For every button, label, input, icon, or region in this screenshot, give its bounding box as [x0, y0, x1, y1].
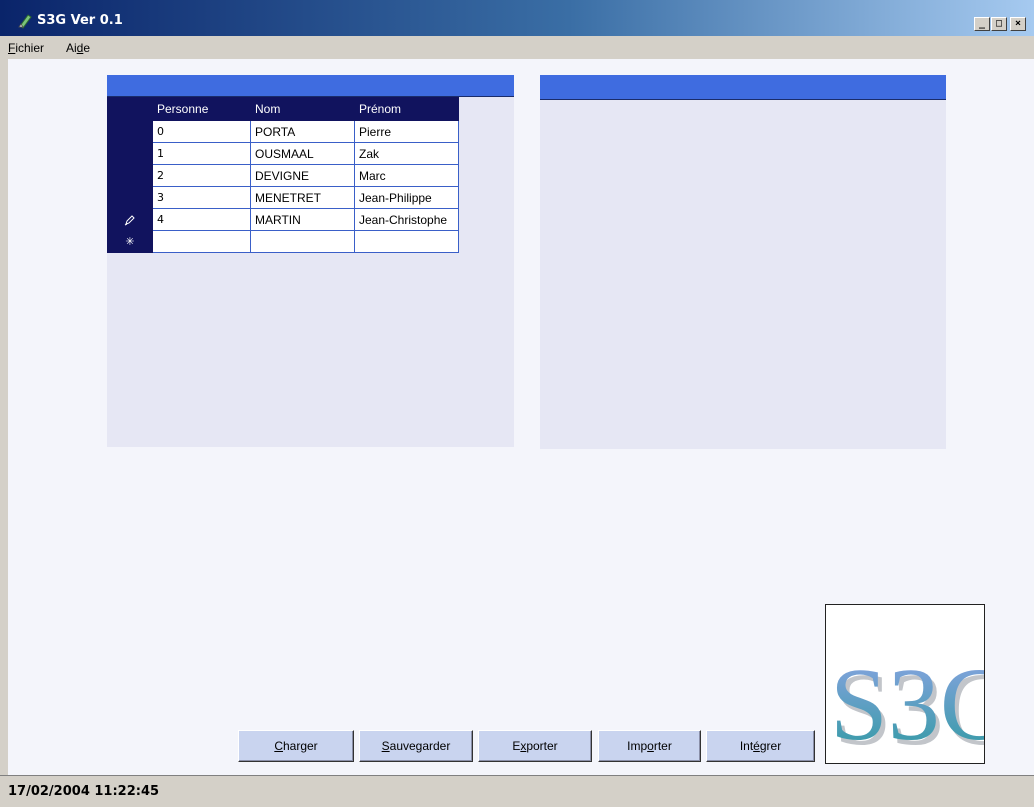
row-selector[interactable] [107, 164, 153, 187]
importer-label-pre: Imp [627, 739, 648, 753]
cell-personne[interactable]: 1 [152, 142, 251, 165]
status-datetime: 17/02/2004 11:22:45 [8, 784, 160, 799]
sauvegarder-accel: S [381, 739, 390, 753]
pencil-icon [124, 214, 135, 226]
s3g-logo: S3G S3G [825, 604, 1019, 767]
grid-corner[interactable] [107, 97, 153, 121]
sauvegarder-label-post: auvegarder [389, 739, 451, 753]
cell-nom[interactable] [250, 230, 355, 253]
importer-accel: o [647, 739, 654, 753]
cell-prenom[interactable]: Pierre [354, 120, 459, 143]
app-icon [18, 14, 32, 29]
menu-fichier[interactable]: Fichier [8, 41, 44, 55]
window-title: S3G Ver 0.1 [37, 13, 123, 28]
title-bar[interactable]: S3G Ver 0.1 _ □ × [0, 0, 1034, 36]
row-selector-new[interactable]: ✳ [107, 230, 153, 253]
menu-aide-label-post: e [83, 41, 91, 55]
new-row-icon: ✳ [125, 235, 135, 248]
details-panel-caption [540, 75, 946, 100]
row-selector[interactable] [107, 186, 153, 209]
cell-prenom[interactable] [354, 230, 459, 253]
integrer-accel: é [753, 739, 760, 753]
sauvegarder-button[interactable]: Sauvegarder [359, 730, 473, 762]
cell-personne[interactable]: 4 [152, 208, 251, 231]
menu-fichier-label-post: ichier [15, 41, 45, 55]
cell-nom[interactable]: OUSMAAL [250, 142, 355, 165]
close-icon: × [1014, 18, 1022, 29]
s3g-logo-art: S3G S3G [830, 647, 1019, 767]
importer-label-post: rter [653, 739, 672, 753]
menu-bar: Fichier Aide [0, 36, 1034, 58]
client-area: Personne Nom Prénom 0 PORTA Pierre 1 OUS… [8, 59, 1034, 775]
table-row[interactable]: 0 PORTA Pierre [107, 120, 459, 143]
cell-prenom[interactable]: Jean-Christophe [354, 208, 459, 231]
status-bar: 17/02/2004 11:22:45 [0, 775, 1034, 807]
row-selector[interactable] [107, 120, 153, 143]
charger-label-post: harger [282, 739, 318, 753]
cell-nom[interactable]: PORTA [250, 120, 355, 143]
exporter-label-post: porter [526, 739, 558, 753]
cell-prenom[interactable]: Jean-Philippe [354, 186, 459, 209]
cell-personne[interactable] [152, 230, 251, 253]
column-header-nom[interactable]: Nom [250, 97, 355, 121]
cell-prenom[interactable]: Marc [354, 164, 459, 187]
maximize-button[interactable]: □ [991, 17, 1007, 31]
integrer-label-pre: Int [739, 739, 754, 753]
cell-nom[interactable]: DEVIGNE [250, 164, 355, 187]
cell-nom[interactable]: MARTIN [250, 208, 355, 231]
integrer-label-post: grer [759, 739, 782, 753]
minimize-button[interactable]: _ [974, 17, 990, 31]
cell-personne[interactable]: 2 [152, 164, 251, 187]
s3g-logo-text: S3G [830, 647, 984, 762]
persons-panel: Personne Nom Prénom 0 PORTA Pierre 1 OUS… [107, 75, 514, 447]
menu-aide-label-pre: Ai [66, 41, 77, 55]
persons-grid[interactable]: Personne Nom Prénom 0 PORTA Pierre 1 OUS… [107, 97, 459, 253]
grid-header-row: Personne Nom Prénom [107, 97, 459, 121]
column-header-personne[interactable]: Personne [152, 97, 251, 121]
persons-panel-caption [107, 75, 514, 97]
table-row[interactable]: 1 OUSMAAL Zak [107, 142, 459, 165]
table-row[interactable]: 2 DEVIGNE Marc [107, 164, 459, 187]
exporter-button[interactable]: Exporter [478, 730, 592, 762]
maximize-icon: □ [995, 18, 1003, 29]
details-panel [540, 75, 946, 449]
row-selector[interactable] [107, 142, 153, 165]
importer-button[interactable]: Importer [598, 730, 701, 762]
cell-personne[interactable]: 3 [152, 186, 251, 209]
cell-personne[interactable]: 0 [152, 120, 251, 143]
table-row[interactable]: 4 MARTIN Jean-Christophe [107, 208, 459, 231]
cell-prenom[interactable]: Zak [354, 142, 459, 165]
charger-button[interactable]: Charger [238, 730, 354, 762]
row-selector-editing[interactable] [107, 208, 153, 231]
integrer-button[interactable]: Intégrer [706, 730, 815, 762]
minimize-icon: _ [978, 18, 986, 29]
menu-aide[interactable]: Aide [66, 41, 90, 55]
table-row[interactable]: 3 MENETRET Jean-Philippe [107, 186, 459, 209]
charger-accel: C [274, 739, 283, 753]
column-header-prenom[interactable]: Prénom [354, 97, 459, 121]
table-row-new[interactable]: ✳ [107, 230, 459, 253]
close-button[interactable]: × [1010, 17, 1026, 31]
cell-nom[interactable]: MENETRET [250, 186, 355, 209]
